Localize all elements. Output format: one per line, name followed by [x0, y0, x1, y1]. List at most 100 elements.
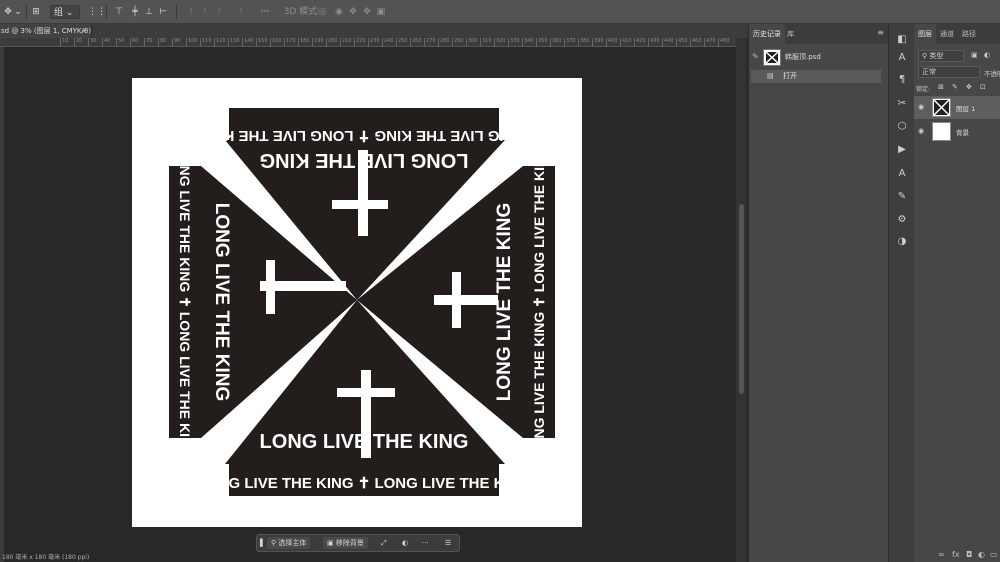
- artboard[interactable]: LONG LIVE THE KING ✝ LONG LIVE THE KING …: [132, 78, 582, 527]
- lock-all-icon[interactable]: ⊡: [980, 83, 986, 91]
- adjustment-filter-icon[interactable]: ◐: [984, 51, 990, 59]
- new-group-icon[interactable]: ▭: [990, 550, 998, 559]
- ruler-tick: 130: [228, 38, 240, 47]
- distribute-top-icon[interactable]: ⫶: [186, 5, 196, 19]
- history-panel-tabs: 历史记录 库 ≡: [749, 24, 888, 44]
- tab-libraries[interactable]: 库: [783, 24, 798, 44]
- ruler-tick: 110: [200, 38, 212, 47]
- right-inner-text: LONG LIVE THE KING: [494, 203, 515, 401]
- ruler-tick: 350: [536, 38, 548, 47]
- move-tool-icon[interactable]: ✥: [2, 5, 14, 19]
- left-strip-text: LONG LIVE THE KING ✝ LONG LIVE THE KING: [177, 146, 193, 458]
- history-snapshot[interactable]: ✎ 韩服顶.psd: [749, 48, 889, 68]
- character-icon[interactable]: A: [896, 52, 908, 64]
- adjustments-icon[interactable]: ◧: [896, 34, 908, 46]
- transform-icon[interactable]: ⤢: [381, 537, 387, 549]
- horizontal-ruler: 10 20 30 40 50 60 70 80 90 100 110 120 130 140 150 160 1…: [0, 38, 736, 47]
- settings-icon[interactable]: ☰: [445, 537, 451, 549]
- contextual-task-bar: ▌ ⚲ 选择主体 ▣ 移除背景 ⤢ ◐ ··· ☰: [256, 534, 460, 552]
- document-tab[interactable]: sd @ 3% (图层 1, CMYK/8) ×: [0, 24, 92, 38]
- paragraph-icon[interactable]: ¶: [896, 74, 908, 86]
- ruler-tick: 320: [494, 38, 506, 47]
- layer-row[interactable]: ◉ 背景: [914, 120, 1000, 143]
- adjustment-icon[interactable]: ◐: [402, 537, 408, 549]
- drag-3d-icon[interactable]: ✥: [348, 5, 358, 19]
- blend-mode-dropdown[interactable]: 正常: [918, 66, 980, 78]
- auto-select-dropdown[interactable]: 组 ⌄: [50, 5, 80, 19]
- lock-label: 锁定:: [916, 86, 931, 93]
- brush-settings-icon[interactable]: ✎: [896, 191, 908, 203]
- remove-background-label: 移除背景: [335, 539, 364, 547]
- transform-controls-icon[interactable]: ⋮⋮: [88, 5, 106, 19]
- lock-pixels-icon[interactable]: ⊠: [938, 83, 944, 91]
- ruler-tick: 230: [368, 38, 380, 47]
- visibility-eye-icon[interactable]: ◉: [918, 127, 924, 135]
- document-tab-bar: sd @ 3% (图层 1, CMYK/8) ×: [0, 24, 748, 38]
- cross-right-horizontal: [434, 295, 498, 305]
- ruler-tick: 260: [410, 38, 422, 47]
- scale-3d-icon[interactable]: ▣: [376, 5, 386, 19]
- mode-3d-label: 3D 模式:: [283, 7, 321, 17]
- align-left-icon[interactable]: ⊢: [158, 5, 168, 19]
- orbit-3d-icon[interactable]: ◎: [318, 5, 328, 19]
- layer-style-icon[interactable]: fx: [952, 550, 960, 559]
- ruler-tick: 450: [676, 38, 688, 47]
- slide-3d-icon[interactable]: ✥: [362, 5, 372, 19]
- actions-icon[interactable]: ▶: [896, 144, 908, 156]
- link-layers-icon[interactable]: ∞: [938, 550, 945, 559]
- distribute-vcenter-icon[interactable]: ⫶: [200, 5, 210, 19]
- lock-brush-icon[interactable]: ✎: [952, 83, 958, 91]
- glyphs-icon[interactable]: A: [896, 168, 908, 180]
- ruler-tick: 470: [704, 38, 716, 47]
- tab-history[interactable]: 历史记录: [749, 24, 785, 44]
- roll-3d-icon[interactable]: ◉: [334, 5, 344, 19]
- layer-row[interactable]: ◉ 图层 1: [914, 96, 1000, 119]
- close-icon[interactable]: ×: [81, 24, 87, 38]
- distribute-left-icon[interactable]: ⫶: [236, 5, 246, 19]
- chevron-down-icon[interactable]: ⌄: [14, 5, 22, 19]
- visibility-eye-icon[interactable]: ◉: [918, 103, 924, 111]
- ruler-tick: 90: [172, 38, 180, 47]
- layer-filter-value: 类型: [929, 52, 944, 60]
- ruler-tick: 340: [522, 38, 534, 47]
- panel-menu-icon[interactable]: ≡: [877, 28, 884, 37]
- auto-select-icon[interactable]: ⊞: [30, 5, 42, 19]
- remove-background-button[interactable]: ▣ 移除背景: [323, 537, 368, 549]
- ruler-tick: 290: [452, 38, 464, 47]
- ruler-tick: 140: [242, 38, 254, 47]
- top-strip-text: LONG LIVE THE KING ✝ LONG LIVE THE KING: [197, 127, 531, 144]
- drag-handle-icon[interactable]: ▌: [260, 537, 265, 549]
- align-top-icon[interactable]: ⊤: [114, 5, 124, 19]
- document-tab-title: sd @ 3% (图层 1, CMYK/8): [1, 27, 92, 35]
- ruler-tick: 460: [690, 38, 702, 47]
- align-bottom-icon[interactable]: ⊥: [144, 5, 154, 19]
- more-options-icon[interactable]: ···: [258, 5, 272, 19]
- ruler-tick: 310: [480, 38, 492, 47]
- ruler-tick: 100: [186, 38, 198, 47]
- ruler-tick: 380: [578, 38, 590, 47]
- more-icon[interactable]: ···: [422, 537, 429, 549]
- layer-filter-dropdown[interactable]: ⚲ 类型: [918, 50, 964, 62]
- align-vcenter-icon[interactable]: ╪: [130, 5, 140, 19]
- color-icon[interactable]: ◑: [896, 236, 908, 248]
- ruler-tick: 240: [382, 38, 394, 47]
- ruler-tick: 40: [102, 38, 110, 47]
- new-adjustment-icon[interactable]: ◐: [978, 550, 985, 559]
- scrollbar-thumb[interactable]: [739, 204, 744, 394]
- image-filter-icon[interactable]: ▣: [971, 51, 978, 59]
- add-mask-icon[interactable]: ◘: [966, 550, 972, 559]
- tools-icon[interactable]: ✂: [896, 98, 908, 110]
- vertical-scrollbar[interactable]: [736, 38, 746, 562]
- select-subject-button[interactable]: ⚲ 选择主体: [267, 537, 311, 549]
- distribute-bottom-icon[interactable]: ⫶: [214, 5, 224, 19]
- tab-paths[interactable]: 路径: [958, 24, 980, 44]
- layer-thumbnail: [932, 98, 951, 117]
- panel-icon-column: ◧ A ¶ ✂ ⬡ ▶ A ✎ ⚙ ◑: [888, 24, 914, 562]
- layers-panel-tabs: 图层 通道 路径: [914, 24, 1000, 44]
- tab-layers[interactable]: 图层: [914, 24, 936, 44]
- 3d-icon[interactable]: ⬡: [896, 121, 908, 133]
- tab-channels[interactable]: 通道: [936, 24, 958, 44]
- history-step-open[interactable]: ▤ 打开: [751, 70, 881, 83]
- lock-position-icon[interactable]: ✥: [966, 83, 972, 91]
- properties-icon[interactable]: ⚙: [896, 214, 908, 226]
